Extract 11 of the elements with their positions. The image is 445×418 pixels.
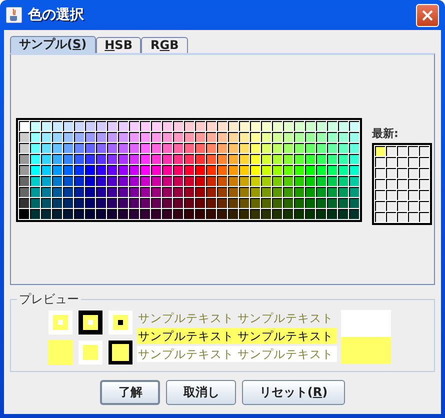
tab[interactable]: サンプル(S) <box>10 36 96 53</box>
tab[interactable]: RGB <box>141 37 188 53</box>
dialog-button[interactable]: 取消し <box>166 380 236 405</box>
dialog-button[interactable]: リセット(R) <box>242 380 345 405</box>
preview-title: プレビュー <box>18 291 80 308</box>
sample-text: サンプルテキスト サンプルテキスト <box>137 346 337 362</box>
sample-text: サンプルテキスト サンプルテキスト <box>137 328 337 344</box>
tab[interactable]: HSB <box>96 37 142 53</box>
window-title: 色の選択 <box>28 6 85 24</box>
dialog-button[interactable]: 了解 <box>100 380 160 405</box>
recent-label: 最新: <box>372 126 400 141</box>
